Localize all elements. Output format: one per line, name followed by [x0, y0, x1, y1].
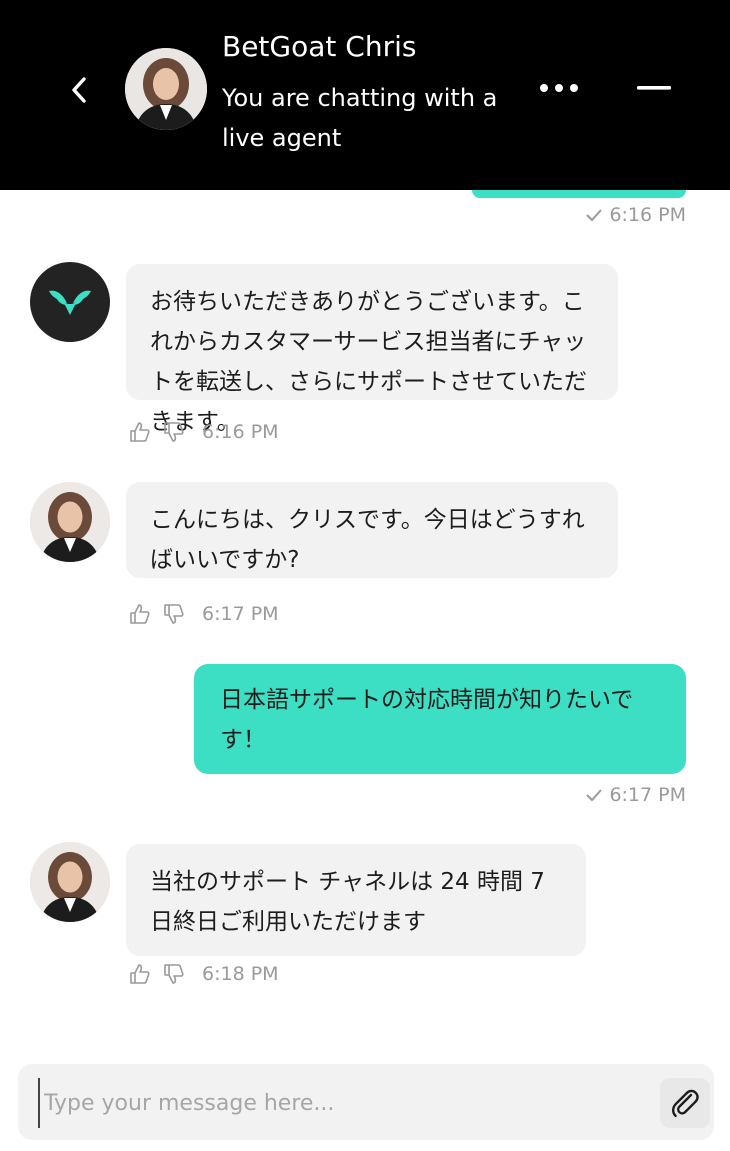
thumbs-down-icon — [164, 604, 184, 624]
thumbs-up-button[interactable] — [128, 420, 152, 444]
more-options-button[interactable] — [536, 72, 582, 104]
message-time: 6:17 PM — [609, 784, 686, 806]
thumbs-down-icon — [164, 964, 184, 984]
agent-status: You are chatting with a live agent — [222, 84, 498, 152]
message-meta: 6:16 PM — [128, 420, 279, 444]
message-composer — [18, 1064, 714, 1140]
paperclip-icon — [671, 1089, 699, 1118]
agent-avatar — [30, 482, 110, 562]
thumbs-down-button[interactable] — [162, 602, 186, 626]
chevron-left-icon — [72, 77, 86, 103]
message-time: 6:18 PM — [202, 963, 279, 985]
thumbs-down-button[interactable] — [162, 962, 186, 986]
checkmark-icon — [586, 789, 603, 802]
message-text: こんにちは、クリスです。今日はどうすればいいですか? — [150, 507, 585, 573]
message-time: 6:16 PM — [202, 421, 279, 443]
thumbs-down-button[interactable] — [162, 420, 186, 444]
chat-header: BetGoat Chris You are chatting with a li… — [0, 0, 730, 190]
incoming-message-bubble: こんにちは、クリスです。今日はどうすればいいですか? — [126, 482, 618, 578]
message-text: お待ちいただきありがとうございます。これからカスタマーサービス担当者にチャットを… — [150, 289, 587, 435]
agent-name: BetGoat Chris — [222, 30, 417, 63]
outgoing-message-bubble: 日本語サポートの対応時間が知りたいです！ — [194, 664, 686, 774]
more-horizontal-icon — [540, 84, 578, 92]
checkmark-icon — [586, 209, 603, 222]
agent-avatar — [125, 48, 207, 130]
message-meta: 6:17 PM — [128, 602, 279, 626]
thumbs-up-icon — [130, 964, 150, 984]
outgoing-message-bubble — [472, 190, 686, 198]
message-list[interactable]: 6:16 PM お待ちいただきありがとうございます。これからカスタマーサービス担… — [0, 190, 730, 1050]
brand-logo-icon — [49, 290, 91, 315]
bot-avatar — [30, 262, 110, 342]
incoming-message-bubble: お待ちいただきありがとうございます。これからカスタマーサービス担当者にチャットを… — [126, 264, 618, 435]
message-meta: 6:18 PM — [128, 962, 279, 986]
message-time: 6:17 PM — [202, 603, 279, 625]
message-text: 当社のサポート チャネルは 24 時間 7 日終日ご利用いただけます — [150, 869, 545, 935]
message-input[interactable] — [38, 1078, 646, 1128]
thumbs-up-button[interactable] — [128, 962, 152, 986]
thumbs-up-icon — [130, 422, 150, 442]
back-button[interactable] — [62, 68, 96, 112]
message-meta: 6:16 PM — [585, 204, 686, 226]
attach-button[interactable] — [660, 1078, 710, 1128]
message-meta: 6:17 PM — [585, 784, 686, 806]
minimize-button[interactable] — [632, 72, 676, 104]
thumbs-up-button[interactable] — [128, 602, 152, 626]
agent-avatar — [30, 842, 110, 922]
incoming-message-bubble: 当社のサポート チャネルは 24 時間 7 日終日ご利用いただけます — [126, 844, 586, 956]
thumbs-up-icon — [130, 604, 150, 624]
thumbs-down-icon — [164, 422, 184, 442]
minimize-icon — [637, 86, 671, 90]
message-text: 日本語サポートの対応時間が知りたいです！ — [220, 687, 634, 753]
message-time: 6:16 PM — [609, 204, 686, 226]
